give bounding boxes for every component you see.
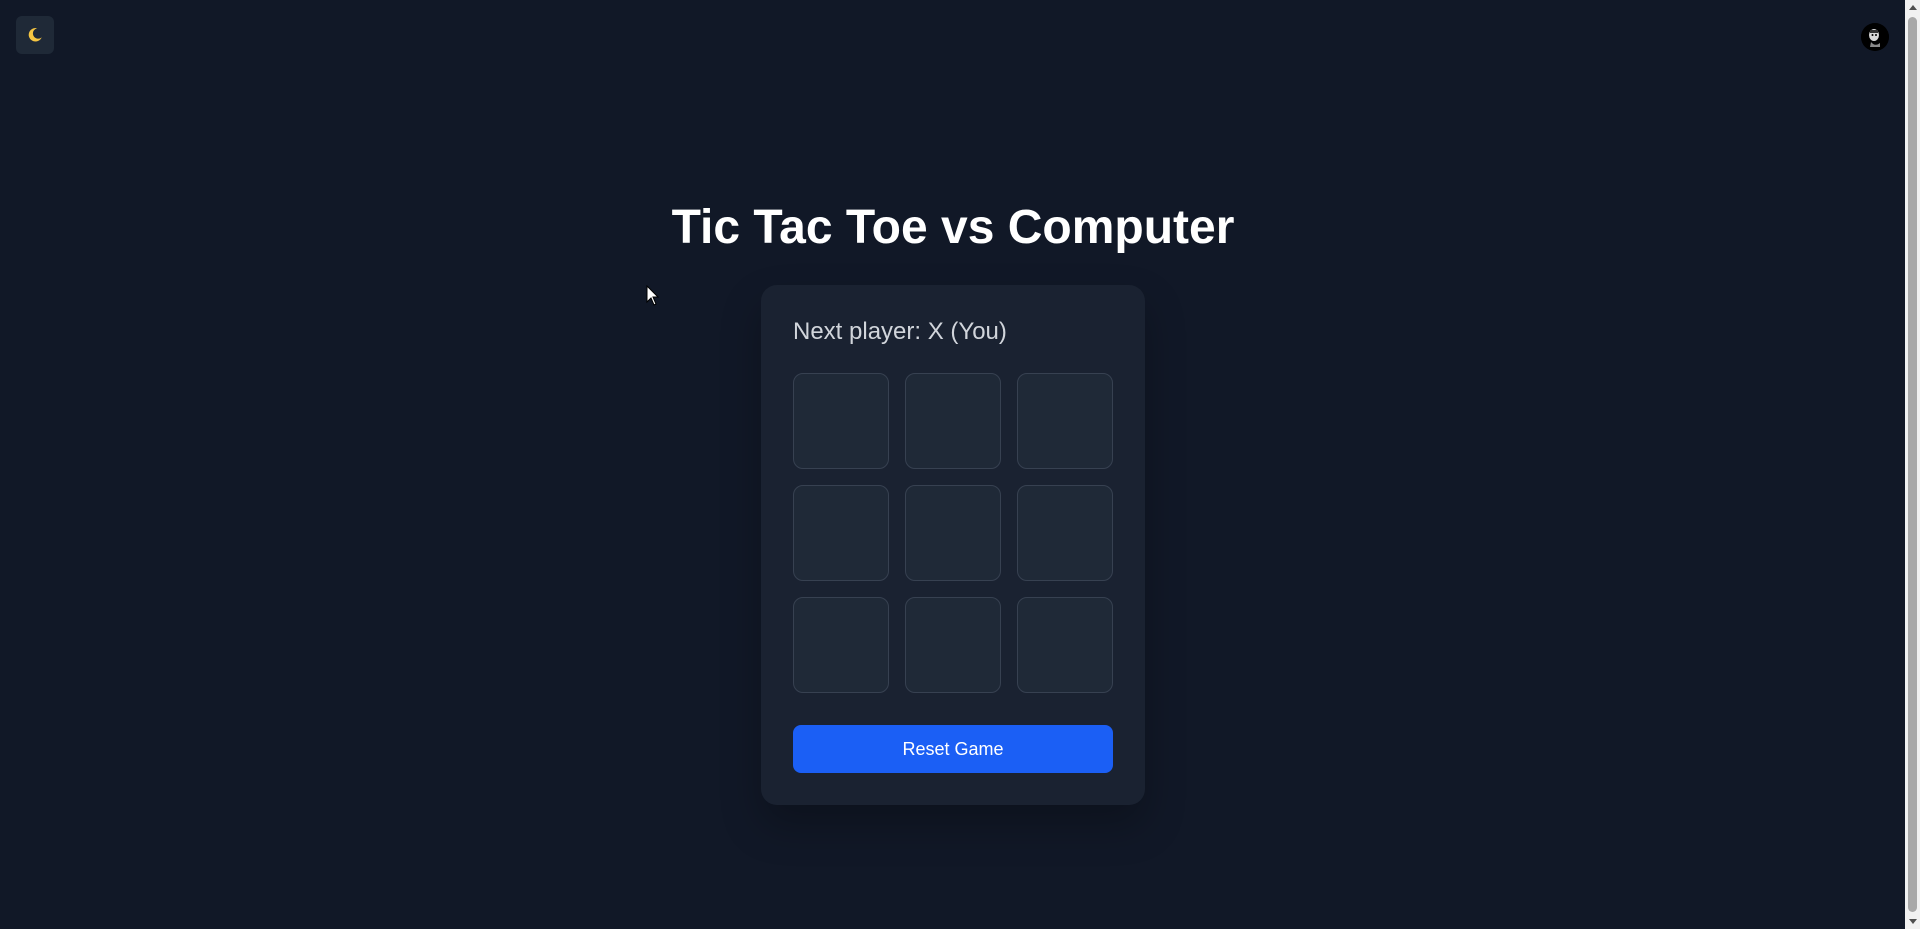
board-cell[interactable] xyxy=(1017,373,1113,469)
scroll-up-icon[interactable] xyxy=(1905,0,1920,15)
game-board xyxy=(793,373,1113,693)
game-card: Next player: X (You) Reset Game xyxy=(761,285,1145,805)
page-title: Tic Tac Toe vs Computer xyxy=(671,201,1235,254)
app-page: Tic Tac Toe vs Computer Next player: X (… xyxy=(0,0,1920,929)
board-cell[interactable] xyxy=(793,373,889,469)
reset-game-button[interactable]: Reset Game xyxy=(793,725,1113,773)
scroll-down-icon[interactable] xyxy=(1905,914,1920,929)
user-avatar-icon[interactable] xyxy=(1861,23,1889,51)
board-cell[interactable] xyxy=(793,485,889,581)
avatar-image xyxy=(1861,23,1889,51)
scrollbar-thumb[interactable] xyxy=(1908,17,1917,912)
vertical-scrollbar[interactable] xyxy=(1905,0,1920,929)
mouse-cursor-icon xyxy=(646,285,660,306)
board-cell[interactable] xyxy=(905,597,1001,693)
board-cell[interactable] xyxy=(1017,597,1113,693)
game-status: Next player: X (You) xyxy=(793,318,1007,345)
board-cell[interactable] xyxy=(1017,485,1113,581)
moon-icon xyxy=(28,28,42,42)
board-cell[interactable] xyxy=(793,597,889,693)
theme-toggle-button[interactable] xyxy=(16,16,54,54)
board-cell[interactable] xyxy=(905,373,1001,469)
board-cell[interactable] xyxy=(905,485,1001,581)
